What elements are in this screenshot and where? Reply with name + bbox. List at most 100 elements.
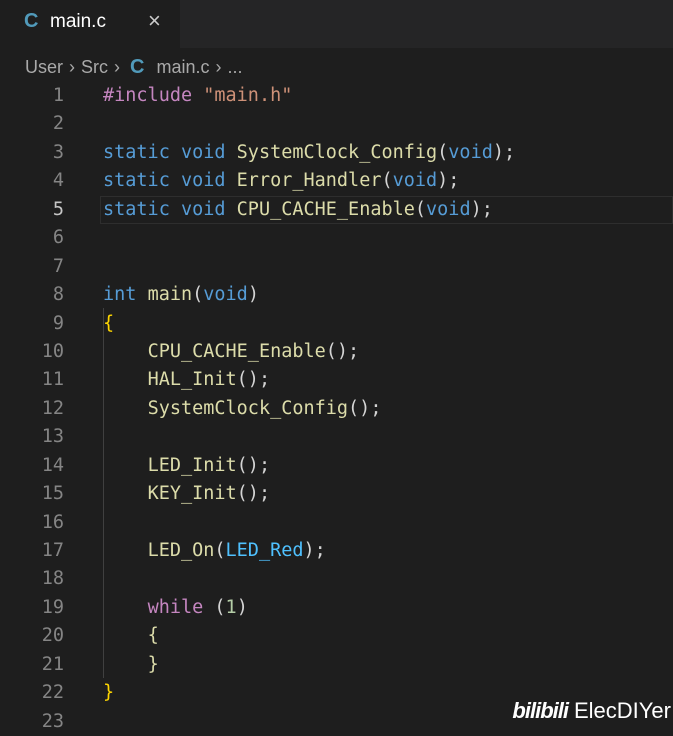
code-token: void xyxy=(180,141,226,163)
code-token: { xyxy=(103,312,115,334)
code-token: ( xyxy=(437,141,449,163)
line-code: KEY_Init(); xyxy=(103,480,271,508)
line-number: 6 xyxy=(52,227,64,249)
bilibili-logo: bilibili xyxy=(512,698,569,723)
code-line[interactable]: 11 HAL_Init(); xyxy=(0,366,673,394)
line-number: 10 xyxy=(41,340,64,362)
code-token: void xyxy=(448,141,493,163)
code-token: ); xyxy=(492,141,516,163)
line-number: 22 xyxy=(41,682,64,704)
line-number: 14 xyxy=(41,454,64,476)
code-line[interactable]: 8 int main(void) xyxy=(0,281,673,309)
code-token: void xyxy=(426,198,471,220)
code-token: } xyxy=(147,653,159,675)
code-line[interactable]: 15 KEY_Init(); xyxy=(0,480,673,508)
code-line[interactable]: 6 xyxy=(0,224,673,252)
code-line[interactable]: 9{ xyxy=(0,310,673,338)
line-code: static void Error_Handler(void); xyxy=(103,167,459,195)
code-token: "main.h" xyxy=(203,85,293,106)
code-token: ) xyxy=(247,284,259,306)
line-number: 4 xyxy=(52,170,64,192)
line-number: 13 xyxy=(41,426,64,448)
c-file-icon: C xyxy=(130,55,145,78)
code-line[interactable]: 3 static void SystemClock_Config(void); xyxy=(0,139,673,167)
code-token: KEY_Init xyxy=(147,483,237,505)
code-token: int xyxy=(103,284,137,306)
code-token: main xyxy=(147,284,193,306)
line-code: while (1) xyxy=(103,594,248,622)
code-line[interactable]: 4 static void Error_Handler(void); xyxy=(0,167,673,195)
breadcrumb: User › Src › C main.c › ... xyxy=(25,54,249,80)
code-token: CPU_CACHE_Enable xyxy=(236,198,415,220)
line-number: 5 xyxy=(52,198,64,220)
line-number: 21 xyxy=(41,653,64,675)
code-token: CPU_CACHE_Enable xyxy=(147,340,326,362)
code-line[interactable]: 5 static void CPU_CACHE_Enable(void); xyxy=(0,195,673,225)
code-token: ); xyxy=(437,170,460,192)
code-line[interactable]: 21 } xyxy=(0,651,673,679)
code-line[interactable]: 12 SystemClock_Config(); xyxy=(0,395,673,423)
code-line[interactable]: 1 #include "main.h" xyxy=(0,82,673,110)
tab-main-c[interactable]: C main.c × xyxy=(0,0,180,48)
line-number: 3 xyxy=(52,141,64,163)
code-line[interactable]: 14 LED_Init(); xyxy=(0,452,673,480)
line-code: { xyxy=(103,622,159,650)
code-line[interactable]: 19 while (1) xyxy=(0,594,673,622)
code-token: while xyxy=(147,596,204,618)
breadcrumb-more[interactable]: ... xyxy=(227,57,242,78)
line-number: 20 xyxy=(41,625,64,647)
code-line[interactable]: 18 xyxy=(0,565,673,593)
code-token: static xyxy=(103,141,170,163)
code-line[interactable]: 7 xyxy=(0,253,673,281)
code-token: (); xyxy=(348,397,382,419)
code-line[interactable]: 13 xyxy=(0,423,673,451)
code-token: ); xyxy=(303,540,326,561)
line-code: SystemClock_Config(); xyxy=(103,395,382,423)
line-code: static void CPU_CACHE_Enable(void); xyxy=(103,196,493,224)
line-number: 12 xyxy=(41,397,64,419)
line-number: 11 xyxy=(41,369,64,391)
indent-guide xyxy=(103,308,104,678)
code-editor[interactable]: 1 #include "main.h" 2 3 static void SystemCl… xyxy=(0,82,673,736)
chevron-right-icon: › xyxy=(114,56,121,77)
code-token: HAL_Init xyxy=(147,369,237,391)
code-token: (); xyxy=(236,454,271,476)
line-number: 1 xyxy=(52,85,64,106)
line-code: } xyxy=(103,651,159,679)
code-token: { xyxy=(147,625,159,647)
breadcrumb-src[interactable]: Src xyxy=(81,57,108,78)
code-token: (); xyxy=(325,340,360,362)
chevron-right-icon: › xyxy=(69,56,76,77)
code-token: SystemClock_Config xyxy=(147,397,349,419)
code-token: void xyxy=(203,284,248,306)
code-token: ( xyxy=(203,596,226,618)
code-token: ); xyxy=(470,198,493,220)
code-token: #include xyxy=(103,85,193,106)
chevron-right-icon: › xyxy=(215,56,222,77)
code-line[interactable]: 16 xyxy=(0,509,673,537)
line-code: static void SystemClock_Config(void); xyxy=(103,139,515,167)
code-line[interactable]: 2 xyxy=(0,110,673,138)
watermark: bilibili ElecDIYer xyxy=(512,698,671,724)
breadcrumb-file[interactable]: main.c xyxy=(156,57,209,78)
line-number: 15 xyxy=(41,483,64,505)
close-icon[interactable]: × xyxy=(148,8,161,34)
line-code: LED_On(LED_Red); xyxy=(103,537,326,565)
code-line[interactable]: 20 { xyxy=(0,622,673,650)
line-code: { xyxy=(103,310,114,338)
tab-label: main.c xyxy=(50,11,106,32)
code-line[interactable]: 10 CPU_CACHE_Enable(); xyxy=(0,338,673,366)
code-token: ( xyxy=(381,170,393,192)
code-token: LED_Init xyxy=(147,454,237,476)
breadcrumb-user[interactable]: User xyxy=(25,57,63,78)
code-line[interactable]: 17 LED_On(LED_Red); xyxy=(0,537,673,565)
